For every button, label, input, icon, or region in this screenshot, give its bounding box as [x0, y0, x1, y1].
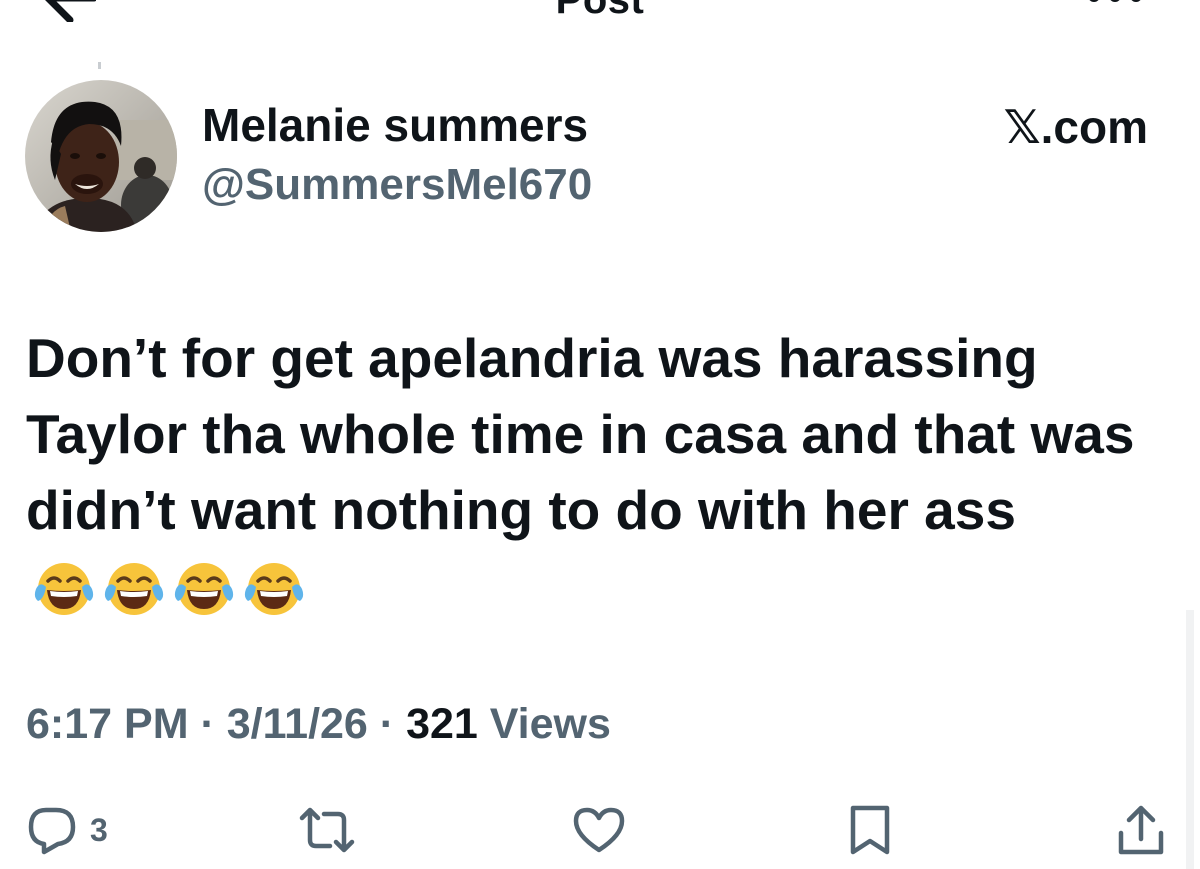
scrollbar-track[interactable] [1186, 610, 1194, 869]
bookmark-icon [850, 805, 890, 855]
reply-count: 3 [90, 811, 108, 848]
source-label: 𝕏.com [1003, 101, 1148, 153]
avatar-image [25, 80, 177, 232]
post-meta: 6:17 PM · 3/11/26 · 321 Views [26, 700, 611, 749]
more-horizontal-icon[interactable] [1085, 0, 1145, 12]
share-icon [1118, 805, 1164, 855]
tears-of-joy-emoji-icon [174, 563, 234, 615]
repost-icon [299, 807, 355, 853]
share-button[interactable] [1116, 800, 1166, 860]
author-handle[interactable]: @SummersMel670 [202, 160, 592, 210]
avatar[interactable] [25, 80, 177, 232]
author-display-name[interactable]: Melanie summers [202, 98, 588, 152]
views-label[interactable]: Views [490, 700, 611, 748]
reply-icon [28, 807, 76, 855]
post-text: Don’t for get apelandria was harassing T… [26, 320, 1136, 638]
reply-button[interactable]: 3 [26, 800, 108, 860]
tears-of-joy-emoji-icon [104, 563, 164, 615]
like-button[interactable] [572, 800, 626, 860]
tears-of-joy-emoji-icon [244, 563, 304, 615]
action-bar: 3 [0, 800, 1200, 860]
like-icon [573, 807, 625, 853]
meta-separator: · [379, 700, 395, 748]
emoji-row [34, 559, 314, 638]
post-time[interactable]: 6:17 PM [26, 700, 189, 748]
top-bar: Post [0, 0, 1200, 30]
post-body: Don’t for get apelandria was harassing T… [26, 327, 1135, 541]
post-detail-page: Post Melanie summers @SummersMel670 𝕏.co… [0, 0, 1200, 869]
views-count[interactable]: 321 [406, 700, 478, 748]
divider-mark [98, 62, 101, 69]
repost-button[interactable] [298, 800, 356, 860]
meta-separator: · [200, 700, 215, 748]
page-title: Post [555, 0, 645, 22]
post-date[interactable]: 3/11/26 [227, 700, 368, 748]
bookmark-button[interactable] [848, 800, 892, 860]
tears-of-joy-emoji-icon [34, 563, 94, 615]
